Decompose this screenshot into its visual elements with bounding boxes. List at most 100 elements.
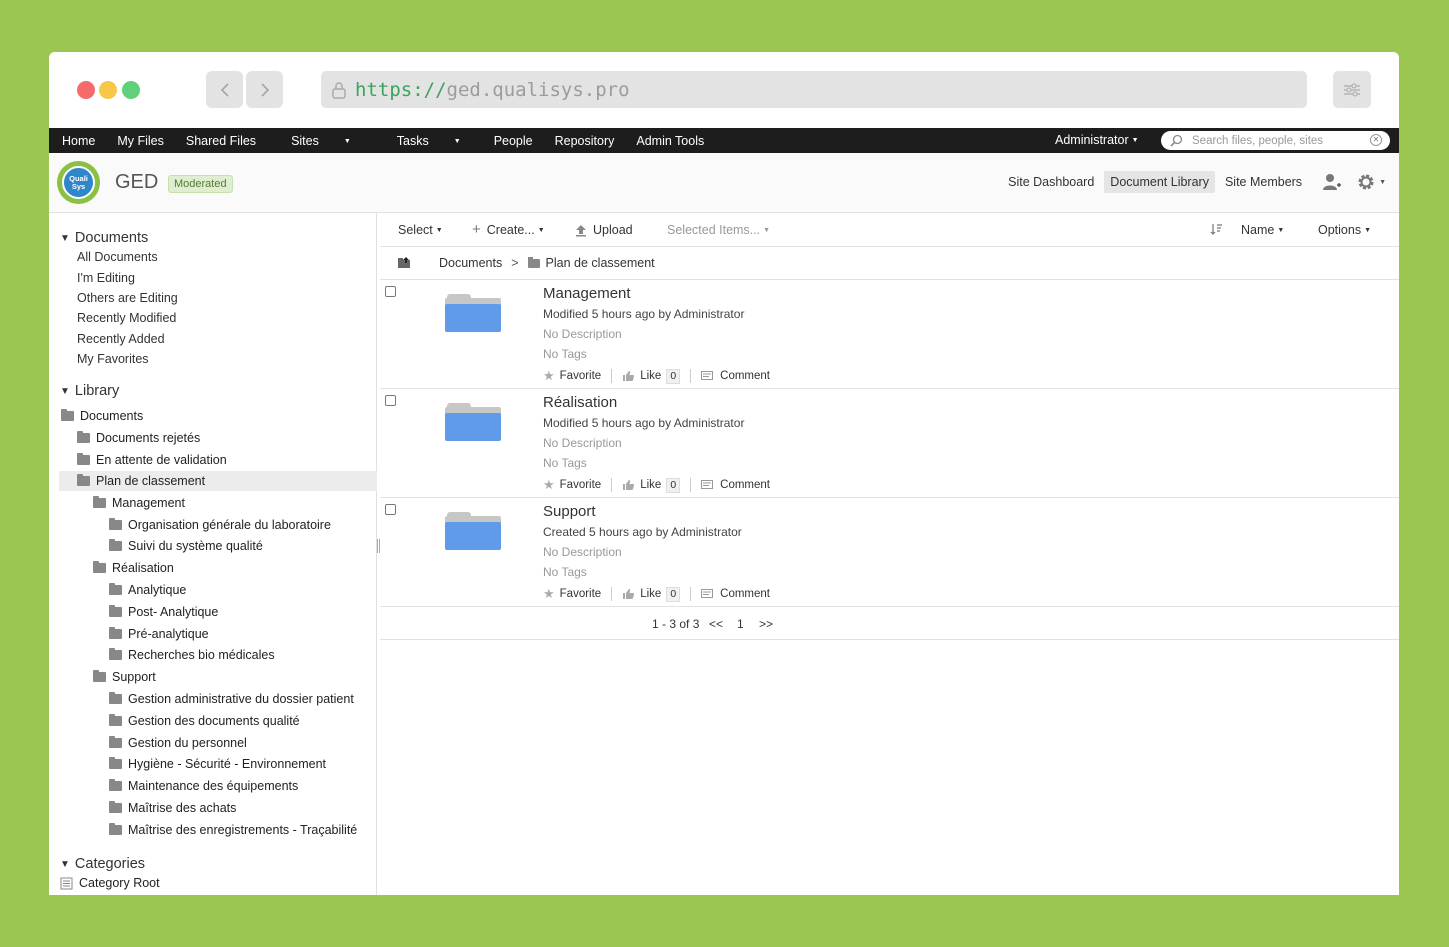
folder-icon[interactable] [445, 512, 501, 552]
pagination: 1 - 3 of 3 << 1 >> [380, 607, 1399, 640]
item-checkbox[interactable] [385, 395, 396, 406]
tree-item-label: Management [112, 496, 185, 510]
nav-people[interactable]: People [483, 134, 544, 148]
comment-icon [701, 479, 714, 489]
folder-icon [109, 779, 122, 791]
tree-item-selected[interactable]: Plan de classement [77, 474, 205, 488]
folder-icon[interactable] [445, 403, 501, 443]
tree-item[interactable]: Suivi du système qualité [109, 539, 263, 553]
add-user-icon[interactable] [1322, 173, 1342, 191]
tree-item[interactable]: Maîtrise des achats [109, 801, 236, 815]
gear-icon[interactable]: ▼ [1356, 172, 1386, 192]
user-menu[interactable]: Administrator ▼ [1055, 133, 1139, 147]
comment-button[interactable]: Comment [701, 588, 770, 600]
tree-item[interactable]: Maîtrise des enregistrements - Traçabili… [109, 823, 357, 837]
folder-icon[interactable] [445, 294, 501, 334]
browser-settings-button[interactable] [1333, 71, 1371, 108]
forward-button[interactable] [246, 71, 283, 108]
folder-icon [109, 648, 122, 660]
nav-sites-menu[interactable]: Sites ▼ [267, 134, 373, 148]
category-root-item[interactable]: Category Root [60, 876, 160, 890]
item-name[interactable]: Réalisation [543, 394, 617, 411]
like-count: 0 [666, 586, 681, 602]
tree-item[interactable]: Maintenance des équipements [109, 779, 298, 793]
options-menu[interactable]: Options ▼ [1318, 223, 1371, 237]
like-button[interactable]: Like 0 [622, 477, 681, 493]
documents-section-header[interactable]: ▼ Documents [60, 230, 148, 246]
select-menu[interactable]: Select ▼ [398, 223, 443, 237]
item-name[interactable]: Management [543, 285, 631, 302]
favorite-button[interactable]: ★ Favorite [543, 368, 601, 384]
favorite-button[interactable]: ★ Favorite [543, 477, 601, 493]
back-button[interactable] [206, 71, 243, 108]
close-window-dot[interactable] [77, 81, 95, 99]
tree-item[interactable]: Hygiène - Sécurité - Environnement [109, 757, 326, 771]
star-icon: ★ [543, 368, 555, 383]
minimize-window-dot[interactable] [99, 81, 117, 99]
tree-item[interactable]: Pré-analytique [109, 627, 209, 641]
filter-im-editing[interactable]: I'm Editing [77, 271, 135, 285]
tree-item[interactable]: Organisation générale du laboratoire [109, 518, 331, 532]
filter-others-editing[interactable]: Others are Editing [77, 291, 178, 305]
tree-item-label: Documents [80, 409, 144, 423]
filter-my-favorites[interactable]: My Favorites [77, 352, 149, 366]
nav-repository[interactable]: Repository [544, 134, 626, 148]
item-name[interactable]: Support [543, 503, 596, 520]
tree-item[interactable]: En attente de validation [77, 453, 227, 467]
tree-item[interactable]: Post- Analytique [109, 605, 218, 619]
nav-admin-tools[interactable]: Admin Tools [625, 134, 715, 148]
item-actions: ★ Favorite Like 0 Comment [543, 586, 770, 602]
tree-item[interactable]: Gestion administrative du dossier patien… [109, 692, 354, 706]
nav-shared-files[interactable]: Shared Files [175, 134, 267, 148]
tree-item[interactable]: Documents [61, 409, 143, 423]
document-library-link[interactable]: Document Library [1104, 171, 1215, 193]
pagination-next[interactable]: >> [759, 617, 773, 631]
tree-item[interactable]: Réalisation [93, 561, 174, 575]
breadcrumb-root[interactable]: Documents [439, 256, 502, 270]
like-button[interactable]: Like 0 [622, 586, 681, 602]
sort-direction-toggle[interactable] [1210, 223, 1224, 235]
comment-button[interactable]: Comment [701, 370, 770, 382]
tree-item[interactable]: Gestion des documents qualité [109, 714, 300, 728]
maximize-window-dot[interactable] [122, 81, 140, 99]
item-checkbox[interactable] [385, 504, 396, 515]
selected-items-menu[interactable]: Selected Items... ▼ [667, 223, 770, 237]
tree-item[interactable]: Gestion du personnel [109, 736, 247, 750]
filter-recently-modified[interactable]: Recently Modified [77, 311, 176, 325]
parent-folder-icon[interactable] [397, 256, 411, 272]
filter-all-documents[interactable]: All Documents [77, 250, 158, 264]
comment-label: Comment [720, 370, 771, 382]
upload-button[interactable]: Upload [575, 223, 633, 237]
favorite-button[interactable]: ★ Favorite [543, 586, 601, 602]
sort-field-menu[interactable]: Name ▼ [1241, 223, 1284, 237]
item-checkbox[interactable] [385, 286, 396, 297]
tree-item[interactable]: Management [93, 496, 185, 510]
site-title[interactable]: GED [115, 171, 158, 194]
favorite-label: Favorite [559, 588, 602, 600]
filter-recently-added[interactable]: Recently Added [77, 332, 165, 346]
nav-tasks-menu[interactable]: Tasks ▼ [373, 134, 483, 148]
clear-search-icon[interactable]: ✕ [1370, 134, 1382, 146]
tree-item[interactable]: Support [93, 670, 156, 684]
categories-section-header[interactable]: ▼ Categories [60, 856, 145, 872]
search-input[interactable]: Search files, people, sites ✕ [1161, 131, 1390, 150]
site-dashboard-link[interactable]: Site Dashboard [1002, 171, 1100, 193]
tree-item[interactable]: Analytique [109, 583, 186, 597]
library-section-header[interactable]: ▼ Library [60, 383, 119, 399]
site-navigation: Site Dashboard Document Library Site Mem… [998, 171, 1386, 193]
pagination-prev[interactable]: << [709, 617, 723, 631]
comment-button[interactable]: Comment [701, 479, 770, 491]
comment-label: Comment [720, 479, 771, 491]
like-button[interactable]: Like 0 [622, 368, 681, 384]
site-logo[interactable]: Quali Sys [57, 161, 100, 204]
site-members-link[interactable]: Site Members [1219, 171, 1308, 193]
tree-item[interactable]: Recherches bio médicales [109, 648, 275, 662]
create-menu[interactable]: + Create... ▼ [472, 222, 545, 237]
create-label: Create... [486, 223, 535, 237]
nav-home[interactable]: Home [49, 134, 106, 148]
nav-my-files[interactable]: My Files [106, 134, 175, 148]
item-description: No Description [543, 327, 622, 341]
pagination-page[interactable]: 1 [737, 617, 744, 631]
tree-item[interactable]: Documents rejetés [77, 431, 200, 445]
address-bar[interactable]: https://ged.qualisys.pro [321, 71, 1307, 108]
